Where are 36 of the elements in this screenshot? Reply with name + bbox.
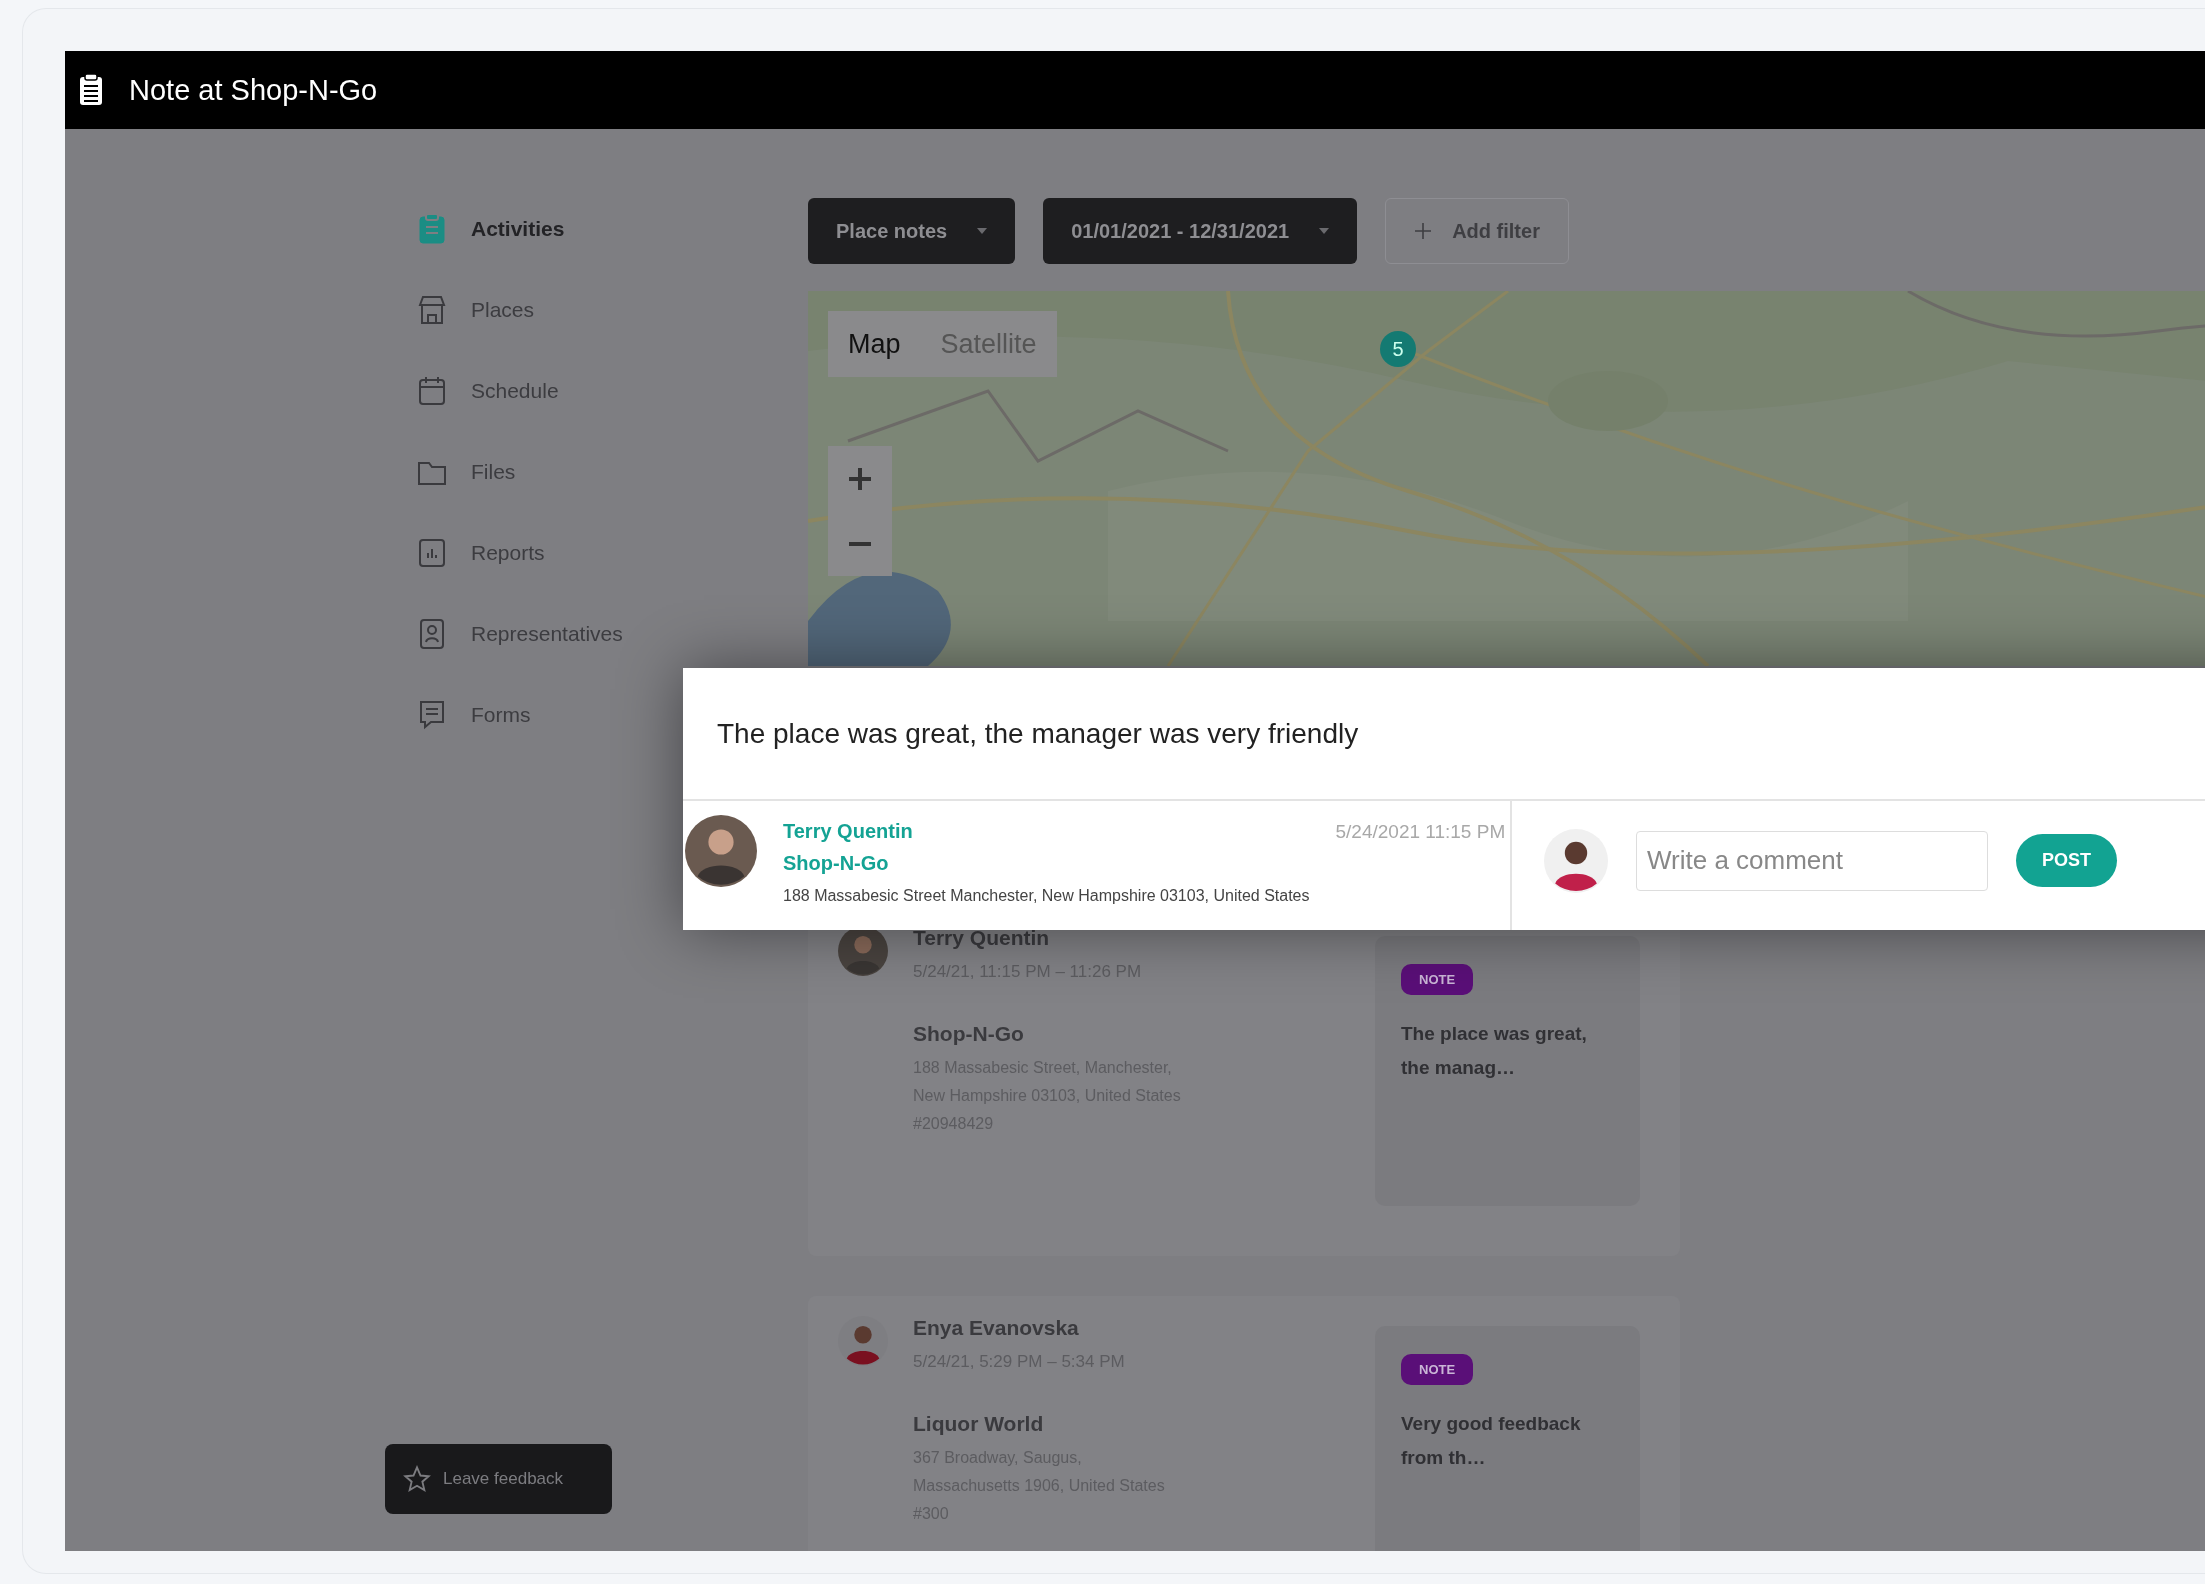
sidebar-item[interactable]: Representatives [471,621,623,646]
note-tag: NOTE [1401,964,1474,995]
author-name[interactable]: Terry Quentin [783,815,1310,847]
minus-icon [847,541,873,546]
post-button[interactable]: POST [2016,834,2117,887]
sidebar-item[interactable]: Schedule [471,378,559,403]
rep-name: Enya Evanovska [913,1316,1080,1340]
plus-icon [1414,222,1433,240]
note-icon [79,74,103,106]
note-tag: NOTE [1401,1354,1474,1385]
add-filter-button[interactable]: Add filter [1385,198,1569,264]
place-name: Liquor World [913,1412,1045,1436]
comment-field[interactable]: Write a comment [1636,830,1988,891]
sidebar-item[interactable]: Activities [471,216,565,241]
window-title: Note at Shop-N-Go [129,73,378,107]
sidebar-item[interactable]: Reports [471,540,545,565]
note-date: 5/24/2021 11:15 PM [1335,821,1506,844]
avatar [685,815,757,887]
place-name: Shop-N-Go [913,1022,1025,1046]
star-icon [403,1465,431,1493]
sidebar-item[interactable]: Places [471,297,535,322]
place-address: 188 Massabesic Street Manchester, New Hampshire 03103, United States [783,887,1310,905]
caret-icon [1319,228,1330,234]
place-link[interactable]: Shop-N-Go [783,847,1310,879]
note-preview: Very good feedback from th… [1401,1412,1582,1470]
rep-name: Terry Quentin [913,926,1051,950]
sidebar-item[interactable]: Files [471,459,516,484]
avatar [1544,828,1608,893]
feedback-button[interactable]: Leave feedback [385,1444,612,1514]
plus-icon [847,465,873,492]
note-text: The place was great, the manager was very friendly [683,668,2205,801]
note-preview: The place was great, the manag… [1401,1022,1588,1080]
filter-dropdown[interactable]: Place notes [808,198,1016,264]
caret-icon [977,228,988,234]
filter-dropdown[interactable]: 01/01/2021 - 12/31/2021 [1043,198,1358,264]
sidebar-item[interactable]: Forms [471,702,531,727]
